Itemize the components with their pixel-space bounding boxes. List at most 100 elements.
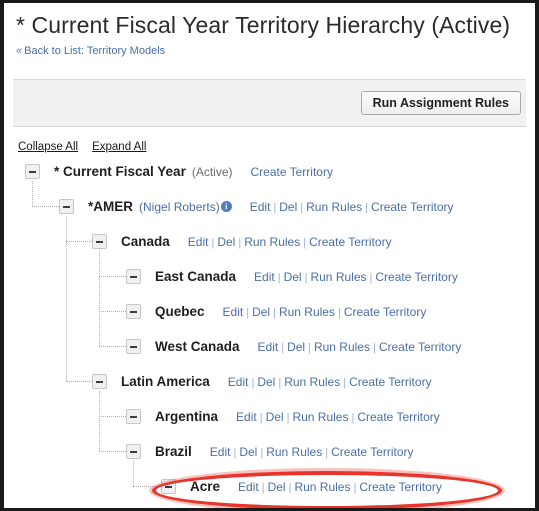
action-separator: | [337,306,341,319]
collapse-toggle-minus-icon[interactable] [126,269,141,284]
tree-node-label: Argentina [155,409,219,424]
page-content: * Current Fiscal Year Territory Hierarch… [4,3,535,508]
collapse-toggle-minus-icon[interactable] [126,409,141,424]
action-separator: | [238,236,242,249]
collapse-all-link[interactable]: Collapse All [18,141,78,153]
action-link-run-rules[interactable]: Run Rules [266,445,322,459]
action-link-edit[interactable]: Edit [223,305,244,319]
action-link-edit[interactable]: Edit [258,340,279,354]
action-link-create-territory[interactable]: Create Territory [309,235,391,249]
tree-row: Quebec Edit | Del | Run Rules | Create Territor… [4,298,535,333]
action-link-run-rules[interactable]: Run Rules [306,200,362,214]
action-separator: | [308,341,311,354]
back-to-list-link[interactable]: Back to List: Territory Models [24,45,165,57]
action-separator: | [273,201,277,214]
collapse-toggle-minus-icon[interactable] [92,374,107,389]
info-icon[interactable]: i [220,201,232,212]
action-link-edit[interactable]: Edit [254,270,275,284]
tree-node-current-fiscal-year: * Current Fiscal Year (Active) Create Terr… [25,164,333,179]
action-link-create-territory[interactable]: Create Territory [359,480,441,494]
action-link-create-territory[interactable]: Create Territory [349,375,431,389]
collapse-toggle-minus-icon[interactable] [25,164,40,179]
action-link-run-rules[interactable]: Run Rules [314,340,370,354]
collapse-toggle-minus-icon[interactable] [59,199,74,214]
action-separator: | [372,341,376,354]
back-chevron-icon: « [16,45,23,57]
collapse-toggle-minus-icon[interactable] [126,304,141,319]
action-link-del[interactable]: Del [252,305,270,319]
run-assignment-rules-button[interactable]: Run Assignment Rules [360,91,521,115]
action-link-create-territory[interactable]: Create Territory [344,305,426,319]
action-separator: | [261,481,265,494]
action-separator: | [303,236,307,249]
tree-row: Argentina Edit | Del | Run Rules | Create Terri… [4,403,535,438]
tree-node-label: Quebec [155,304,205,319]
action-link-run-rules[interactable]: Run Rules [310,270,366,284]
tree-connector-line [133,461,134,486]
tree-node-label: *AMER [88,199,134,214]
tree-node-brazil: Brazil Edit | Del | Run Rules | Create Territor… [126,444,414,459]
action-separator: | [286,411,290,424]
action-separator: | [277,271,281,284]
collapse-toggle-minus-icon[interactable] [126,339,141,354]
action-separator: | [281,341,285,354]
expand-all-link[interactable]: Expand All [92,141,146,153]
action-link-del[interactable]: Del [239,445,257,459]
action-link-create-territory[interactable]: Create Territory [371,200,453,214]
action-link-edit[interactable]: Edit [236,410,257,424]
tree-node-label: Canada [121,234,170,249]
action-toolbar: Run Assignment Rules [13,79,526,127]
tree-node-argentina: Argentina Edit | Del | Run Rules | Create Terri… [126,409,440,424]
action-link-run-rules[interactable]: Run Rules [284,375,340,389]
tree-node-actions: Edit | Del | Run Rules | Create Territory [223,305,427,319]
action-link-create-territory[interactable]: Create Territory [251,165,333,179]
collapse-toggle-minus-icon[interactable] [92,234,107,249]
tree-row: West Canada Edit | Del | Run Rules | Create Ter… [4,333,535,368]
action-separator: | [211,236,215,249]
action-link-edit[interactable]: Edit [188,235,209,249]
action-link-del[interactable]: Del [268,480,286,494]
action-link-edit[interactable]: Edit [238,480,259,494]
tree-node-actions: Edit | Del | Run Rules | Create Territory [236,410,440,424]
action-separator: | [343,376,347,389]
collapse-toggle-minus-icon[interactable] [126,444,141,459]
action-link-run-rules[interactable]: Run Rules [279,305,335,319]
tree-connector-line [99,346,126,347]
action-link-edit[interactable]: Edit [250,200,271,214]
action-separator: | [246,306,250,319]
tree-node-quebec: Quebec Edit | Del | Run Rules | Create Territor… [126,304,426,319]
tree-view-controls: Collapse All Expand All [18,141,160,153]
action-link-create-territory[interactable]: Create Territory [331,445,413,459]
tree-node-owner[interactable]: (Nigel Roberts) [139,200,220,214]
tree-node-actions: Edit | Del | Run Rules | Create Territory [210,445,414,459]
action-link-edit[interactable]: Edit [228,375,249,389]
action-link-run-rules[interactable]: Run Rules [294,480,350,494]
action-link-run-rules[interactable]: Run Rules [292,410,348,424]
action-link-create-territory[interactable]: Create Territory [375,270,457,284]
tree-node-actions: Edit | Del | Run Rules | Create Territory [250,200,454,214]
action-link-create-territory[interactable]: Create Territory [357,410,439,424]
action-separator: | [251,376,255,389]
collapse-toggle-minus-icon[interactable] [161,479,176,494]
action-separator: | [369,271,373,284]
action-link-del[interactable]: Del [284,270,302,284]
tree-node-east-canada: East Canada Edit | Del | Run Rules | Create Ter… [126,269,458,284]
tree-node-acre: Acre Edit | Del | Run Rules | Create Territory [161,479,442,494]
tree-node-label: * Current Fiscal Year [54,164,186,179]
action-separator: | [273,306,276,319]
action-separator: | [300,201,304,214]
action-link-edit[interactable]: Edit [210,445,231,459]
page-title: * Current Fiscal Year Territory Hierarch… [16,12,511,38]
action-link-create-territory[interactable]: Create Territory [379,340,461,354]
action-link-del[interactable]: Del [279,200,297,214]
tree-node-latin-america: Latin America Edit | Del | Run Rules | Create T… [92,374,432,389]
action-link-del[interactable]: Del [257,375,275,389]
action-link-del[interactable]: Del [266,410,284,424]
action-link-del[interactable]: Del [217,235,235,249]
tree-node-label: Latin America [121,374,210,389]
tree-row: * Current Fiscal Year (Active) Create Terr… [4,158,535,193]
action-link-del[interactable]: Del [287,340,305,354]
action-link-run-rules[interactable]: Run Rules [244,235,300,249]
tree-connector-line [99,276,126,277]
territory-hierarchy-tree: * Current Fiscal Year (Active) Create Terr… [4,158,535,508]
